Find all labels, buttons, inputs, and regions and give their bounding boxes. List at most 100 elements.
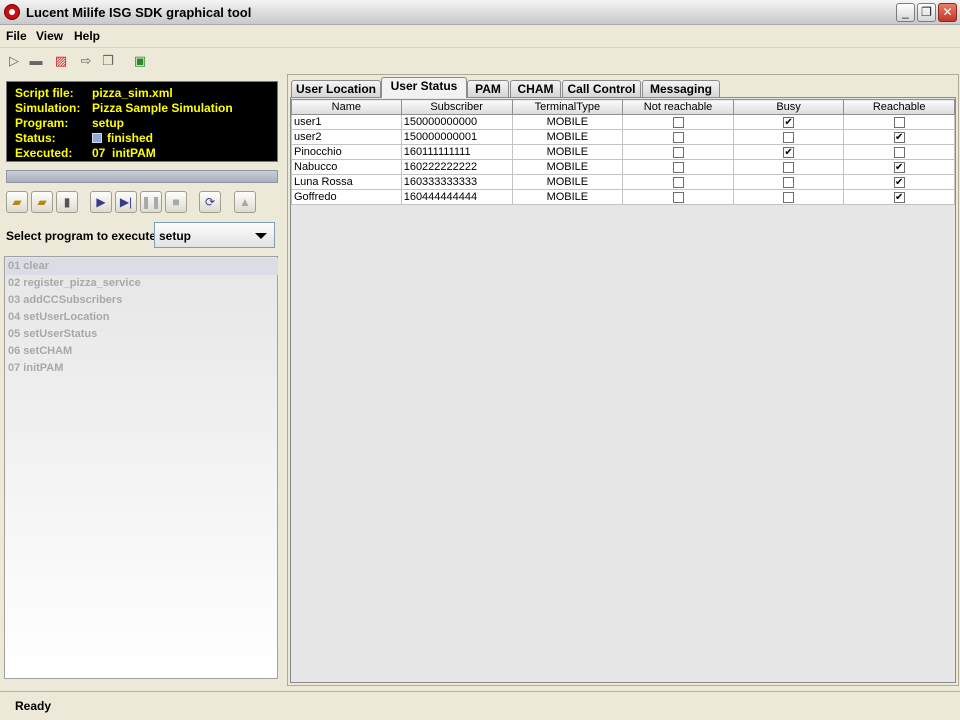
cell-terminal-type[interactable]: MOBILE [511,159,624,175]
cell-terminal-type[interactable]: MOBILE [511,114,624,130]
menu-view[interactable]: View [36,29,63,43]
reachable-checkbox[interactable]: ✔ [893,131,905,143]
table-row[interactable]: Luna Rossa 160333333333 MOBILE ✔ [291,174,955,190]
cell-subscriber[interactable]: 160222222222 [400,159,513,175]
reachable-checkbox[interactable] [893,116,905,128]
program-select[interactable]: setup [154,222,275,248]
not-reachable-checkbox[interactable] [672,131,684,143]
play-button[interactable]: ▶ [90,191,112,213]
cell-not-reachable [622,129,734,145]
reachable-checkbox[interactable]: ✔ [893,191,905,203]
tab-call-control[interactable]: Call Control [562,80,641,98]
reachable-checkbox[interactable]: ✔ [893,176,905,188]
help-icon[interactable]: ▣ [132,53,148,69]
tab-messaging[interactable]: Messaging [642,80,720,98]
chevron-down-icon[interactable] [255,233,267,239]
cell-not-reachable [622,114,734,130]
not-reachable-checkbox[interactable] [672,161,684,173]
reachable-checkbox[interactable] [893,146,905,158]
cell-subscriber[interactable]: 160333333333 [400,174,513,190]
busy-checkbox[interactable]: ✔ [783,146,795,158]
busy-checkbox[interactable]: ✔ [783,116,795,128]
delete-button[interactable]: ▮ [56,191,78,213]
step-button[interactable]: ▶| [115,191,137,213]
list-item[interactable]: 07 initPAM [6,360,278,377]
column-header-reachable[interactable]: Reachable [843,99,955,115]
disconnect-icon[interactable]: ▨ [53,53,69,69]
user-status-table-panel: Name Subscriber TerminalType Not reachab… [290,97,956,683]
table-row[interactable]: Nabucco 160222222222 MOBILE ✔ [291,159,955,175]
column-header-name[interactable]: Name [291,99,402,115]
maximize-button[interactable]: ❐ [917,3,936,22]
cell-name[interactable]: user2 [291,129,402,145]
busy-checkbox[interactable] [783,131,795,143]
minimize-button[interactable]: _ [896,3,915,22]
program-label: Program: [15,116,69,130]
list-item[interactable]: 04 setUserLocation [6,309,278,326]
busy-checkbox[interactable] [783,176,795,188]
toolbar: ▷ ▬ ▨ ⇨ ❒ ▣ [0,47,960,73]
column-header-terminal-type[interactable]: TerminalType [511,99,624,115]
executed-label: Executed: [15,146,73,160]
cell-terminal-type[interactable]: MOBILE [511,174,624,190]
table-row[interactable]: Goffredo 160444444444 MOBILE ✔ [291,189,955,205]
cell-name[interactable]: user1 [291,114,402,130]
cell-busy [732,129,845,145]
program-list[interactable]: 01 clear 02 register_pizza_service 03 ad… [4,256,278,679]
cell-subscriber[interactable]: 160111111111 [400,144,513,160]
not-reachable-checkbox[interactable] [672,146,684,158]
busy-checkbox[interactable] [783,161,795,173]
cell-name[interactable]: Pinocchio [291,144,402,160]
stop-button[interactable]: ■ [165,191,187,213]
select-program-label: Select program to execute: [6,229,161,243]
table-row[interactable]: user1 150000000000 MOBILE ✔ [291,114,955,130]
export-icon[interactable]: ⇨ [78,53,94,69]
open-folder-button[interactable]: ▰ [6,191,28,213]
new-folder-button[interactable]: ▰ [31,191,53,213]
reachable-checkbox[interactable]: ✔ [893,161,905,173]
table-row[interactable]: Pinocchio 160111111111 MOBILE ✔ [291,144,955,160]
title-bar[interactable]: Lucent Milife ISG SDK graphical tool _ ❐… [0,0,960,25]
list-item[interactable]: 05 setUserStatus [6,326,278,343]
computer-icon[interactable]: ▬ [28,53,44,69]
table-row[interactable]: user2 150000000001 MOBILE ✔ [291,129,955,145]
status-label: Status: [15,131,56,145]
tab-cham[interactable]: CHAM [510,80,561,98]
tab-user-location[interactable]: User Location [291,80,381,98]
column-header-not-reachable[interactable]: Not reachable [622,99,734,115]
eject-icon: ▲ [239,195,251,209]
not-reachable-checkbox[interactable] [672,116,684,128]
list-item[interactable]: 03 addCCSubscribers [6,292,278,309]
column-header-busy[interactable]: Busy [732,99,845,115]
run-icon[interactable]: ▷ [6,53,22,69]
menu-help[interactable]: Help [74,29,100,43]
menu-file[interactable]: File [6,29,27,43]
window-title: Lucent Milife ISG SDK graphical tool [26,5,252,20]
cell-name[interactable]: Nabucco [291,159,402,175]
refresh-button[interactable]: ⟳ [199,191,221,213]
pause-button[interactable]: ❚❚ [140,191,162,213]
cell-name[interactable]: Goffredo [291,189,402,205]
tab-user-status[interactable]: User Status [381,77,467,98]
not-reachable-checkbox[interactable] [672,176,684,188]
column-header-subscriber[interactable]: Subscriber [400,99,513,115]
eject-button[interactable]: ▲ [234,191,256,213]
settings-file-icon[interactable]: ❒ [100,53,116,69]
list-item[interactable]: 01 clear [6,258,278,275]
list-item[interactable]: 06 setCHAM [6,343,278,360]
app-icon [4,4,20,20]
list-item[interactable]: 02 register_pizza_service [6,275,278,292]
cell-name[interactable]: Luna Rossa [291,174,402,190]
tab-pam[interactable]: PAM [467,80,509,98]
cell-subscriber[interactable]: 150000000001 [400,129,513,145]
cell-busy [732,159,845,175]
cell-terminal-type[interactable]: MOBILE [511,144,624,160]
program-value: setup [92,116,125,130]
cell-terminal-type[interactable]: MOBILE [511,189,624,205]
busy-checkbox[interactable] [783,191,795,203]
not-reachable-checkbox[interactable] [672,191,684,203]
cell-subscriber[interactable]: 160444444444 [400,189,513,205]
cell-subscriber[interactable]: 150000000000 [400,114,513,130]
close-button[interactable]: ✕ [938,3,957,22]
cell-terminal-type[interactable]: MOBILE [511,129,624,145]
